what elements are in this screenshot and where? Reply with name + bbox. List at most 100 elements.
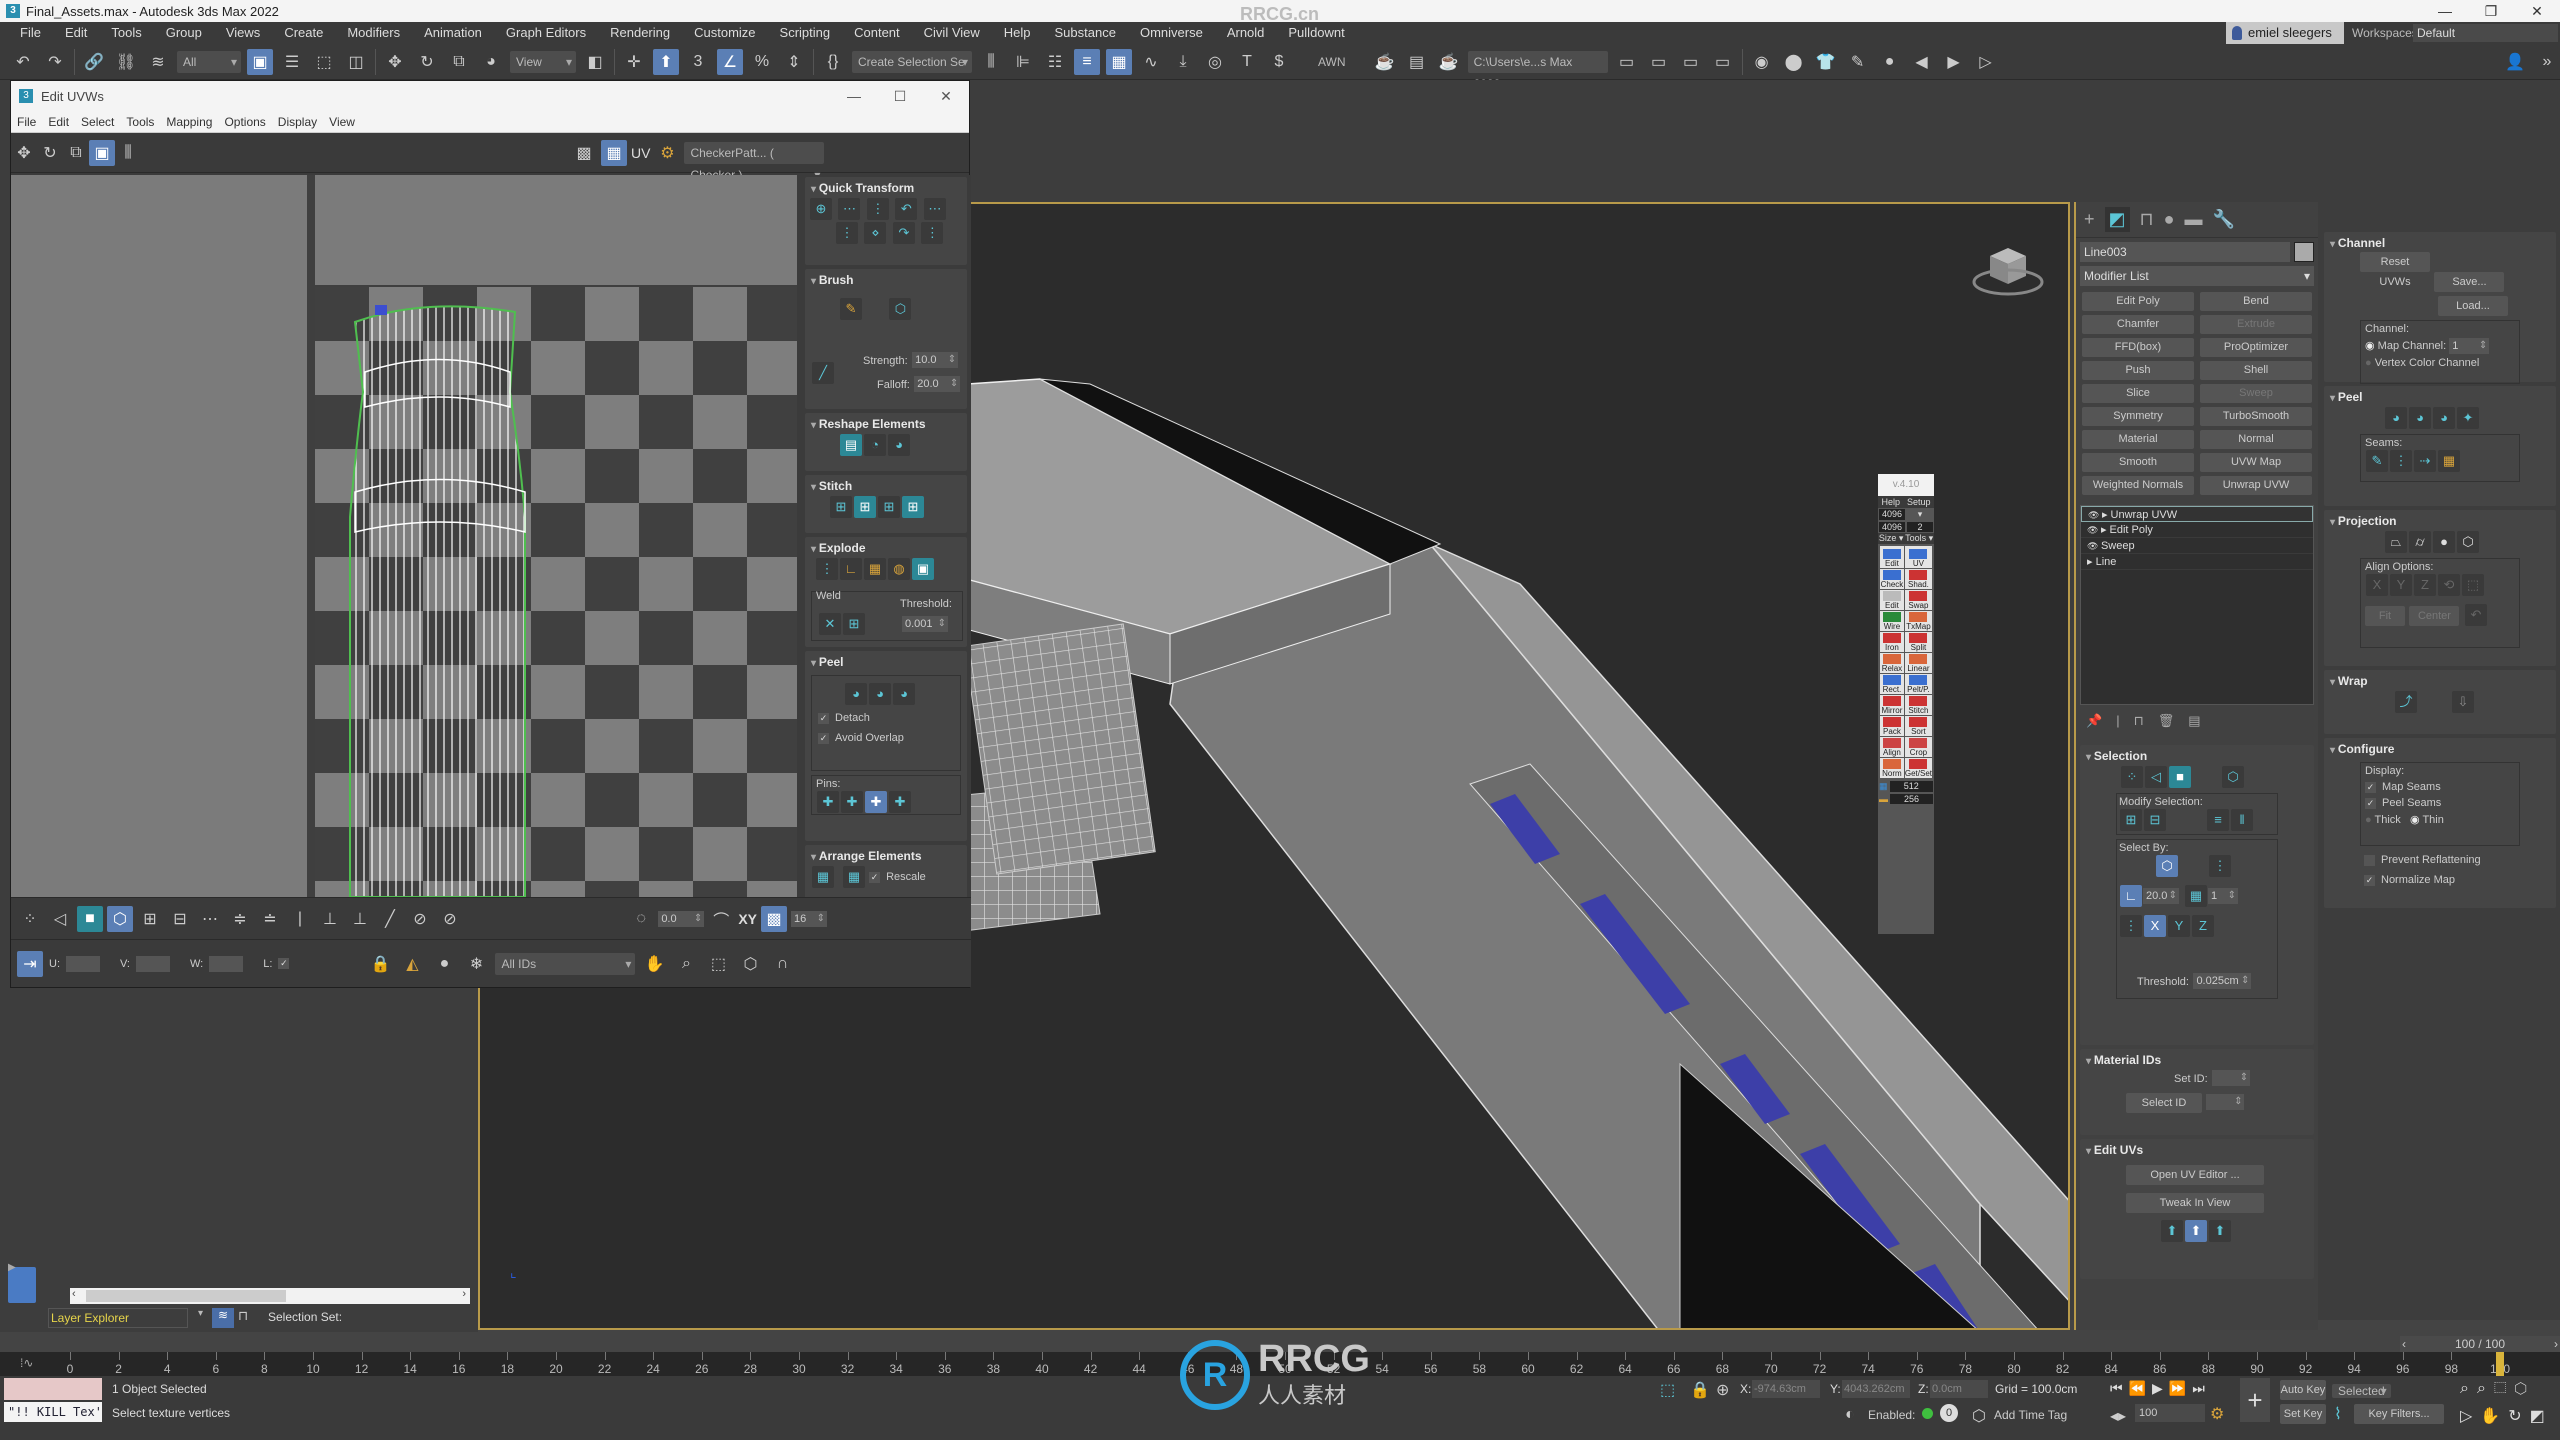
break-icon[interactable]: ⋮: [816, 558, 838, 580]
next-key-icon[interactable]: ⏩: [2169, 1380, 2192, 1396]
textools-button[interactable]: Linear: [1904, 653, 1932, 673]
set-id-spinner[interactable]: [2212, 1069, 2251, 1086]
stitch-average-icon[interactable]: ⊞: [878, 496, 900, 518]
rollout-title[interactable]: Arrange Elements: [805, 845, 967, 865]
uv-move-icon[interactable]: ✥: [11, 140, 37, 166]
thick-radio[interactable]: ●: [2365, 814, 2372, 826]
pack-normalize-icon[interactable]: ▦: [843, 866, 865, 888]
redo-icon[interactable]: ↷: [42, 49, 68, 75]
make-unique-icon[interactable]: ⊓: [2134, 713, 2144, 729]
stitch-source-icon[interactable]: ⊞: [902, 496, 924, 518]
uv-mirror-icon[interactable]: ⫼: [115, 140, 141, 166]
select-object-icon[interactable]: ▣: [247, 48, 273, 75]
vertex-subobject-icon[interactable]: ⁘: [2121, 766, 2143, 788]
pack-custom-icon[interactable]: ▦: [812, 866, 834, 888]
uvw-menu-edit[interactable]: Edit: [48, 115, 69, 129]
planar-angle-icon[interactable]: ∟: [2120, 885, 2142, 907]
expand-icon[interactable]: ▸: [2101, 524, 2110, 536]
normalize-map-checkbox[interactable]: ✓: [2364, 874, 2375, 886]
stitch-custom-icon[interactable]: ⊞: [830, 496, 852, 518]
hierarchy-icon[interactable]: ⊓: [238, 1308, 248, 1324]
rendered-frame-icon[interactable]: ▤: [1404, 49, 1430, 75]
modifier-button[interactable]: FFD(box): [2082, 338, 2194, 357]
spherical-map-icon[interactable]: ●: [2433, 531, 2455, 553]
weld-selected-icon[interactable]: ⊞: [843, 613, 865, 635]
visibility-eye-icon[interactable]: 👁: [2088, 510, 2102, 520]
select-element-icon[interactable]: ⬡: [2222, 766, 2244, 788]
modifier-button[interactable]: Unwrap UVW: [2200, 476, 2312, 495]
maximize-icon[interactable]: ☐: [877, 81, 923, 111]
edit-named-selection-icon[interactable]: {}: [820, 49, 846, 75]
pin-icon[interactable]: ✚: [817, 791, 839, 813]
textools-button[interactable]: Stitch: [1904, 695, 1932, 715]
mirror-select-icon[interactable]: ⋮: [2120, 915, 2142, 937]
mirror-z-icon[interactable]: Z: [2192, 915, 2214, 937]
scale-icon[interactable]: ⧉: [446, 49, 472, 75]
modifier-button[interactable]: Bend: [2200, 292, 2312, 311]
texture-count-field[interactable]: 2: [1907, 522, 1933, 532]
align-horizontal-icon[interactable]: ⋯: [838, 198, 861, 220]
space-vertical-icon[interactable]: ⋮: [921, 222, 944, 244]
textools-button[interactable]: Norm: [1880, 758, 1904, 778]
spline-mapping-icon[interactable]: ⤴: [2395, 691, 2417, 713]
texture-size-field-2[interactable]: 4096: [1879, 522, 1905, 532]
textools-icon[interactable]: T: [1234, 49, 1260, 75]
grow-icon[interactable]: ⊞: [2120, 809, 2142, 831]
unlink-icon[interactable]: ⛓: [113, 49, 139, 75]
zoom-extents-icon[interactable]: ⬡: [737, 951, 763, 977]
absolute-mode-icon[interactable]: ⊕: [1716, 1380, 1729, 1400]
rollout-title[interactable]: Edit UVs: [2080, 1139, 2314, 1159]
set-pivot-icon[interactable]: ⊕: [810, 198, 832, 220]
modifier-button[interactable]: Push: [2082, 361, 2194, 380]
uvw-menu-file[interactable]: File: [17, 115, 36, 129]
scroll-right-icon[interactable]: ›: [462, 1288, 466, 1300]
minimize-icon[interactable]: —: [2422, 0, 2468, 22]
menu-content[interactable]: Content: [842, 22, 912, 44]
mini-curve-editor-icon[interactable]: ⁞∿: [20, 1356, 33, 1370]
uvw-menu-mapping[interactable]: Mapping: [166, 115, 212, 129]
y-coordinate-field[interactable]: 4043.262cm: [1842, 1380, 1910, 1398]
link-icon[interactable]: 🔗: [81, 49, 107, 75]
textools-button[interactable]: Check: [1880, 569, 1904, 589]
snaps-toggle-icon[interactable]: 3: [685, 49, 711, 75]
brush-icon[interactable]: ✎: [1845, 49, 1871, 75]
textools-button[interactable]: Crop: [1904, 737, 1932, 757]
paint-grow-icon[interactable]: ⊘: [407, 906, 433, 932]
set-keys-icon[interactable]: +: [2240, 1378, 2270, 1422]
modifier-button[interactable]: Edit Poly: [2082, 292, 2194, 311]
v-field[interactable]: [136, 955, 170, 972]
unpin-icon[interactable]: ✚: [841, 791, 863, 813]
pivot-center-icon[interactable]: ◧: [582, 49, 608, 75]
view-align-icon[interactable]: ⬚: [2462, 574, 2484, 596]
falloff-spinner[interactable]: 20.0: [914, 375, 961, 392]
menu-arnold[interactable]: Arnold: [1215, 22, 1277, 44]
minimize-icon[interactable]: —: [831, 81, 877, 111]
mirror-threshold-spinner[interactable]: 0.025cm: [2193, 972, 2252, 989]
stack-item[interactable]: 👁 ▸ Edit Poly: [2081, 522, 2313, 538]
zoom-extents-all-icon[interactable]: ⬡: [2514, 1380, 2535, 1397]
loop-shrink-icon[interactable]: ≐: [257, 906, 283, 932]
rollout-title[interactable]: Configure: [2324, 738, 2556, 758]
texture-size-field-1[interactable]: 4096: [1879, 509, 1905, 520]
toggle-layer-explorer-icon[interactable]: ≡: [1074, 48, 1100, 75]
modifier-button[interactable]: Weighted Normals: [2082, 476, 2194, 495]
map-channel-spinner[interactable]: 1: [2449, 338, 2490, 354]
vertex-color-radio[interactable]: ●: [2365, 357, 2372, 369]
box-map-icon[interactable]: ⬡: [2457, 531, 2479, 553]
textools-button[interactable]: Split: [1904, 632, 1932, 652]
align-x-icon[interactable]: X: [2366, 574, 2388, 596]
key-mode-icon[interactable]: ◂▸: [2110, 1406, 2126, 1426]
shrink-icon[interactable]: ⊟: [2144, 809, 2166, 831]
named-selection-select[interactable]: Create Selection Se: [852, 50, 972, 73]
textools-button[interactable]: Edit: [1880, 590, 1904, 610]
menu-file[interactable]: File: [8, 22, 53, 44]
modify-tab-icon[interactable]: ◩: [2104, 207, 2130, 232]
textools-button[interactable]: Swap: [1904, 590, 1932, 610]
selection-lock-icon[interactable]: 🔒: [1690, 1380, 1710, 1400]
scripts-icon[interactable]: $: [1266, 49, 1292, 75]
project-folder-icon[interactable]: ▭: [1614, 49, 1640, 75]
snap-icon[interactable]: ∩: [769, 951, 795, 977]
rollout-title[interactable]: Peel: [2324, 386, 2556, 406]
planar-angle-spinner[interactable]: 20.0: [2143, 888, 2179, 904]
render-icon[interactable]: ☕: [1436, 49, 1462, 75]
